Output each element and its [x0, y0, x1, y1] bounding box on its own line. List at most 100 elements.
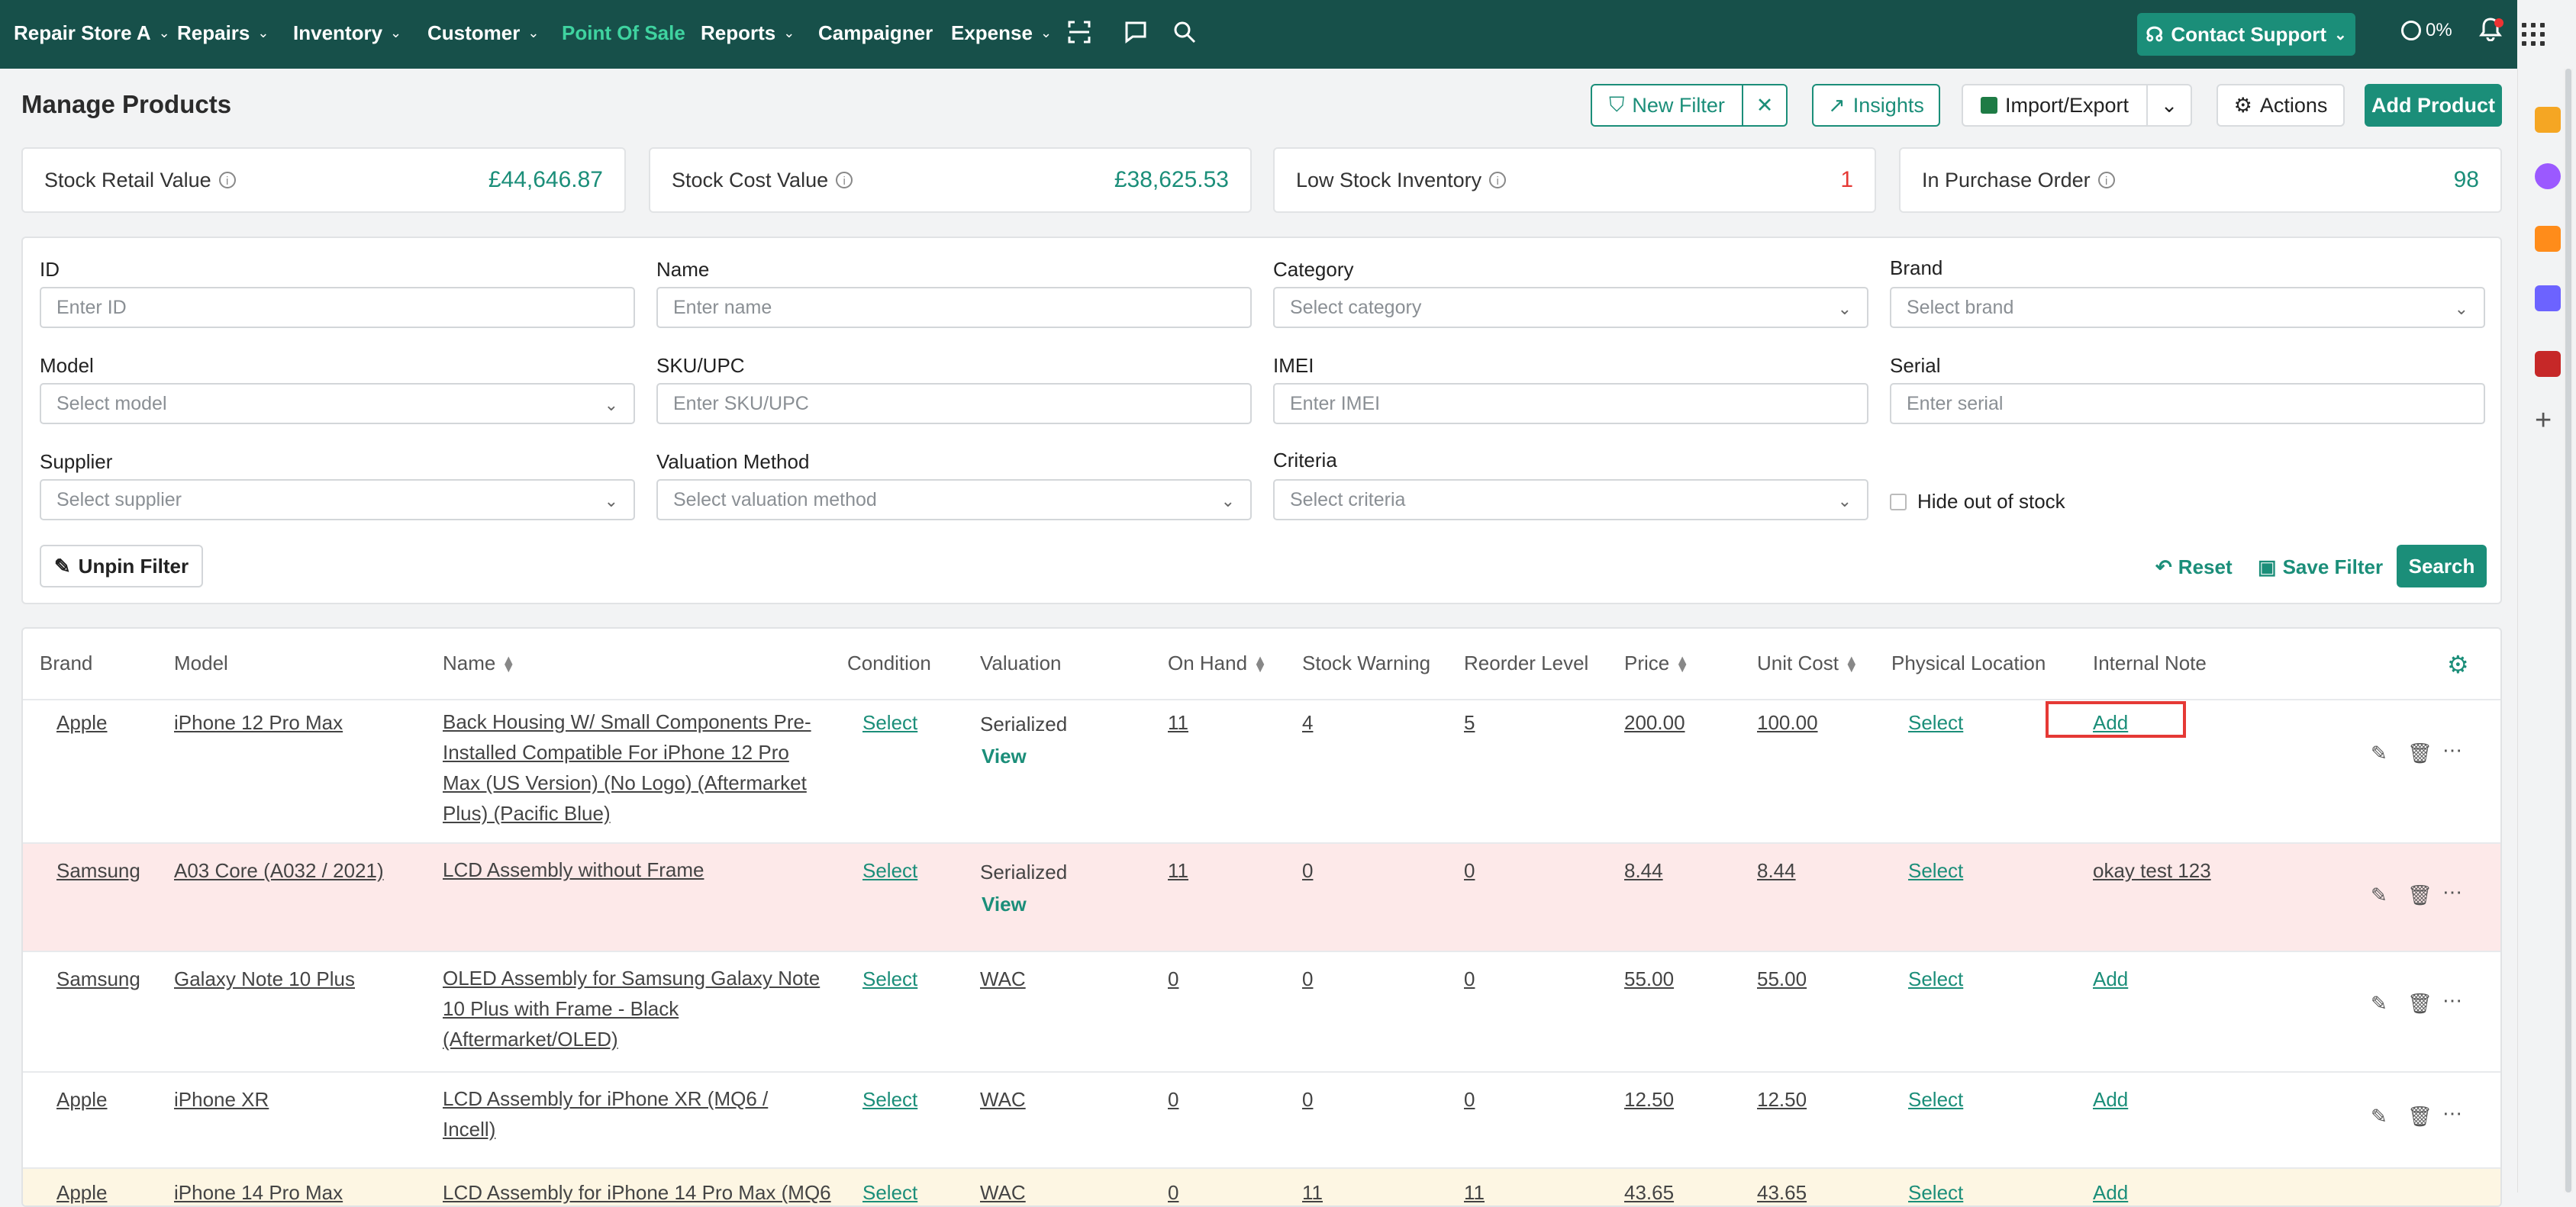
- name-cell[interactable]: OLED Assembly for Samsung Galaxy Note 10…: [443, 963, 824, 1054]
- model-cell[interactable]: iPhone 12 Pro Max: [174, 711, 343, 735]
- add-app-icon[interactable]: +: [2535, 404, 2552, 437]
- info-icon[interactable]: i: [836, 172, 853, 188]
- new-filter-button[interactable]: ⛉ New Filter: [1591, 84, 1743, 127]
- apps-grid-icon[interactable]: [2520, 21, 2546, 47]
- unit-cost-cell[interactable]: 100.00: [1757, 711, 1818, 735]
- search-icon[interactable]: [1172, 20, 1197, 50]
- condition-select-link[interactable]: Select: [862, 1088, 917, 1112]
- more-icon[interactable]: ⋯: [2442, 739, 2462, 762]
- brand-cell[interactable]: Apple: [56, 1181, 108, 1205]
- reorder-cell[interactable]: 0: [1464, 967, 1475, 991]
- valuation-cell[interactable]: WAC: [980, 1088, 1026, 1112]
- checkbox[interactable]: [1890, 493, 1907, 510]
- nav-campaigner[interactable]: Campaigner: [818, 21, 933, 45]
- price-cell[interactable]: 200.00: [1624, 711, 1685, 735]
- shield-app-icon[interactable]: [2535, 285, 2561, 311]
- table-row[interactable]: Samsung Galaxy Note 10 Plus OLED Assembl…: [23, 951, 2500, 1073]
- add-note-link[interactable]: Add: [2093, 967, 2128, 991]
- insights-button[interactable]: ↗ Insights: [1812, 84, 1940, 127]
- valuation-cell[interactable]: WAC: [980, 1181, 1026, 1205]
- criteria-select[interactable]: Select criteria ⌄: [1273, 479, 1868, 520]
- info-icon[interactable]: i: [2097, 172, 2115, 188]
- info-icon[interactable]: i: [218, 172, 236, 188]
- brand-cell[interactable]: Apple: [56, 711, 108, 735]
- stock-warning-cell[interactable]: 0: [1302, 967, 1313, 991]
- location-select-link[interactable]: Select: [1908, 859, 1963, 883]
- name-cell[interactable]: LCD Assembly for iPhone 14 Pro Max (MQ6: [443, 1181, 831, 1205]
- more-icon[interactable]: ⋯: [2442, 989, 2462, 1012]
- name-cell[interactable]: Back Housing W/ Small Components Pre-Ins…: [443, 706, 824, 829]
- condition-select-link[interactable]: Select: [862, 967, 917, 991]
- clear-filter-button[interactable]: ✕: [1742, 84, 1788, 127]
- store-switcher[interactable]: Repair Store A ⌄: [14, 21, 170, 45]
- col-stock-warning[interactable]: Stock Warning: [1302, 652, 1430, 675]
- contact-support-button[interactable]: ☊ Contact Support ⌄: [2137, 13, 2355, 56]
- brand-cell[interactable]: Samsung: [56, 967, 140, 991]
- imei-input[interactable]: Enter IMEI: [1273, 383, 1868, 424]
- location-select-link[interactable]: Select: [1908, 967, 1963, 991]
- stock-warning-cell[interactable]: 4: [1302, 711, 1313, 735]
- col-condition[interactable]: Condition: [847, 652, 931, 675]
- scrollbar-thumb[interactable]: [2565, 69, 2571, 1193]
- on-hand-cell[interactable]: 11: [1168, 711, 1188, 735]
- reorder-cell[interactable]: 0: [1464, 1088, 1475, 1112]
- brand-cell[interactable]: Samsung: [56, 859, 140, 883]
- nav-point-of-sale[interactable]: Point Of Sale: [562, 21, 685, 45]
- name-input[interactable]: Enter name: [656, 287, 1252, 328]
- model-cell[interactable]: A03 Core (A032 / 2021): [174, 859, 384, 883]
- table-settings-gear-icon[interactable]: ⚙: [2447, 650, 2469, 679]
- price-cell[interactable]: 55.00: [1624, 967, 1674, 991]
- col-price[interactable]: Price ▲ ▼: [1624, 652, 1689, 675]
- col-brand[interactable]: Brand: [40, 652, 92, 675]
- reorder-cell[interactable]: 5: [1464, 711, 1475, 735]
- price-cell[interactable]: 8.44: [1624, 859, 1663, 883]
- add-note-link[interactable]: Add: [2093, 1181, 2128, 1205]
- brand-select[interactable]: Select brand ⌄: [1890, 287, 2485, 328]
- sku-input[interactable]: Enter SKU/UPC: [656, 383, 1252, 424]
- edit-icon[interactable]: ✎: [2371, 742, 2387, 765]
- on-hand-cell[interactable]: 11: [1168, 859, 1188, 883]
- usage-indicator[interactable]: 0%: [2401, 20, 2452, 41]
- table-row[interactable]: Samsung A03 Core (A032 / 2021) LCD Assem…: [23, 842, 2500, 952]
- save-filter-button[interactable]: ▣ Save Filter: [2258, 555, 2383, 579]
- chat-icon[interactable]: [1124, 20, 1148, 50]
- stock-warning-cell[interactable]: 0: [1302, 1088, 1313, 1112]
- unit-cost-cell[interactable]: 12.50: [1757, 1088, 1807, 1112]
- on-hand-cell[interactable]: 0: [1168, 1088, 1178, 1112]
- note-cell[interactable]: okay test 123: [2093, 859, 2211, 883]
- unpin-filter-button[interactable]: ✎ Unpin Filter: [40, 545, 203, 587]
- scrollbar[interactable]: [2564, 69, 2573, 1193]
- col-physical-location[interactable]: Physical Location: [1891, 652, 2046, 675]
- import-export-dropdown[interactable]: ⌄: [2146, 84, 2192, 127]
- condition-select-link[interactable]: Select: [862, 1181, 917, 1205]
- price-cell[interactable]: 12.50: [1624, 1088, 1674, 1112]
- trash-icon[interactable]: 🗑: [2407, 884, 2433, 907]
- unit-cost-cell[interactable]: 8.44: [1757, 859, 1796, 883]
- model-select[interactable]: Select model ⌄: [40, 383, 635, 424]
- col-unit-cost[interactable]: Unit Cost ▲ ▼: [1757, 652, 1859, 675]
- stock-warning-cell[interactable]: 11: [1302, 1181, 1323, 1205]
- more-icon[interactable]: ⋯: [2442, 1102, 2462, 1125]
- reorder-cell[interactable]: 0: [1464, 859, 1475, 883]
- hide-out-of-stock[interactable]: Hide out of stock: [1890, 490, 2065, 513]
- actions-button[interactable]: ⚙ Actions: [2217, 84, 2345, 127]
- serial-input[interactable]: Enter serial: [1890, 383, 2485, 424]
- model-cell[interactable]: Galaxy Note 10 Plus: [174, 967, 355, 991]
- col-name[interactable]: Name ▲ ▼: [443, 652, 515, 675]
- name-cell[interactable]: LCD Assembly without Frame: [443, 855, 824, 885]
- view-link[interactable]: View: [982, 893, 1027, 916]
- category-select[interactable]: Select category ⌄: [1273, 287, 1868, 328]
- id-input[interactable]: Enter ID: [40, 287, 635, 328]
- chat-bubble-icon[interactable]: [2535, 163, 2561, 189]
- valuation-cell[interactable]: WAC: [980, 967, 1026, 991]
- condition-select-link[interactable]: Select: [862, 711, 917, 735]
- import-export-button[interactable]: Import/Export: [1962, 84, 2148, 127]
- stock-warning-cell[interactable]: 0: [1302, 859, 1313, 883]
- on-hand-cell[interactable]: 0: [1168, 1181, 1178, 1205]
- add-product-button[interactable]: Add Product: [2365, 84, 2502, 127]
- trash-icon[interactable]: 🗑: [2407, 1105, 2433, 1128]
- nav-reports[interactable]: Reports ⌄: [701, 21, 795, 45]
- view-link[interactable]: View: [982, 745, 1027, 768]
- more-icon[interactable]: ⋯: [2442, 880, 2462, 904]
- trash-icon[interactable]: 🗑: [2407, 992, 2433, 1015]
